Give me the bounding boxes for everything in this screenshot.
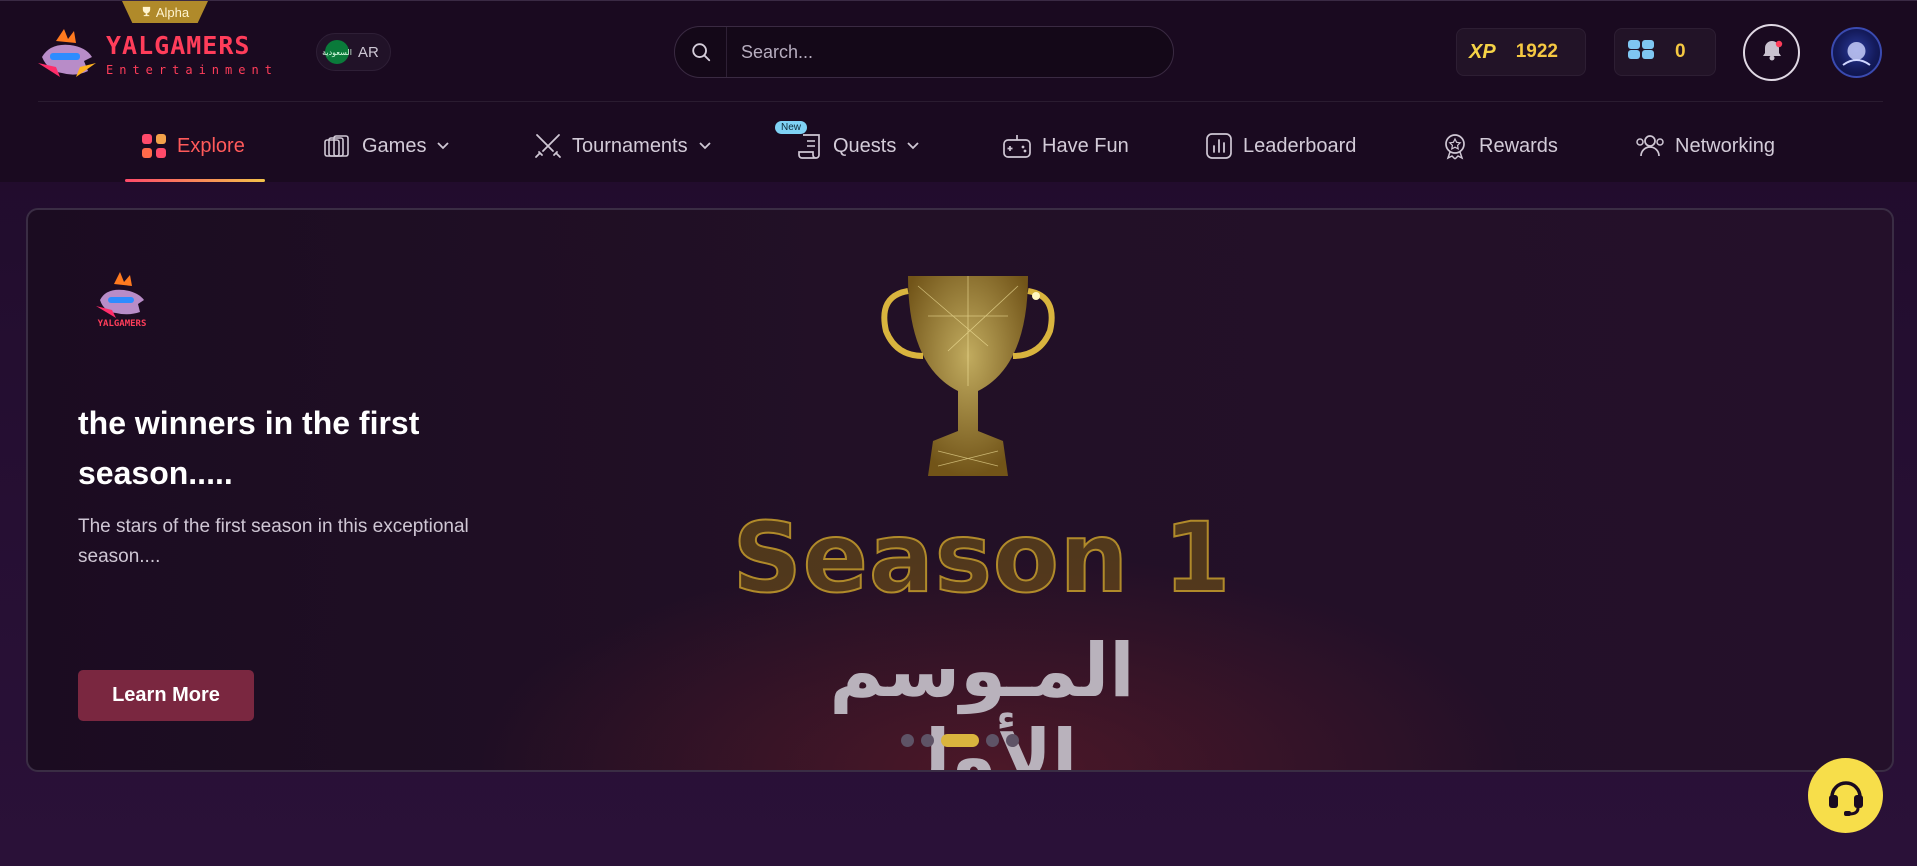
logo-name: YALGAMERS [106, 30, 251, 60]
carousel-dot[interactable] [1006, 734, 1019, 747]
nav-tournaments[interactable]: Tournaments [534, 109, 712, 183]
svg-text:YALGAMERS: YALGAMERS [98, 319, 147, 329]
bell-icon [1759, 37, 1785, 68]
grid-icon [142, 134, 166, 158]
carousel-dot-active[interactable] [941, 734, 979, 747]
learn-more-button[interactable]: Learn More [78, 670, 254, 721]
season-heading-arabic: المـوسم الأول [829, 628, 1135, 772]
nav-quests[interactable]: Quests [797, 109, 920, 183]
banner-title: the winners in the first season..... [78, 405, 420, 491]
main-nav: Explore Games Tournaments New Quests Hav… [0, 109, 1917, 183]
nav-label: Games [362, 134, 427, 157]
chevron-down-icon [698, 142, 711, 150]
medal-icon [1445, 134, 1465, 160]
swords-icon [535, 134, 561, 158]
carousel-dot[interactable] [986, 734, 999, 747]
season-heading: Season 1 [732, 501, 1232, 615]
nav-have-fun[interactable]: Have Fun [1002, 109, 1129, 183]
support-chat-button[interactable] [1808, 758, 1883, 833]
nav-rewards[interactable]: Rewards [1441, 109, 1558, 183]
people-icon [1636, 135, 1664, 157]
nav-label: Networking [1675, 134, 1776, 157]
nav-label: Quests [833, 134, 897, 157]
alpha-badge: Alpha [122, 1, 208, 23]
search-input[interactable] [727, 28, 1173, 76]
notification-button[interactable] [1743, 24, 1800, 81]
nav-leaderboard[interactable]: Leaderboard [1205, 109, 1356, 183]
search-bar[interactable] [674, 26, 1174, 78]
trophy-icon [141, 5, 152, 20]
hero-banner[interactable]: YALGAMERS the winners in the first seaso… [26, 208, 1894, 772]
header-divider [38, 101, 1883, 102]
xp-counter[interactable]: XP 1922 [1456, 28, 1586, 76]
scroll-icon [798, 134, 820, 159]
mascot-logo-icon [38, 29, 96, 77]
avatar-emblem-icon [1842, 42, 1871, 66]
logo-subtitle: Entertainment [106, 62, 278, 77]
xp-value: 1922 [1515, 41, 1558, 62]
headset-icon [1828, 780, 1863, 816]
nav-label: Tournaments [572, 134, 688, 157]
carousel-dot[interactable] [901, 734, 914, 747]
gems-value: 0 [1675, 41, 1686, 62]
nav-explore[interactable]: Explore [141, 109, 245, 183]
bar-chart-icon [1206, 133, 1232, 159]
saudi-flag-icon: السعودية [322, 40, 352, 64]
nav-label: Leaderboard [1243, 134, 1357, 157]
alpha-label: Alpha [155, 4, 190, 20]
xp-icon: XP [1469, 40, 1496, 63]
nav-label: Rewards [1479, 134, 1558, 157]
carousel-dot[interactable] [921, 734, 934, 747]
banner-logo-icon: YALGAMERS [96, 272, 147, 329]
site-logo[interactable]: YALGAMERS Entertainment [36, 27, 286, 81]
gamepad-icon [1003, 135, 1031, 158]
top-header: Alpha YALGAMERS Entertainment السعودية A… [0, 0, 1917, 182]
user-avatar[interactable] [1831, 27, 1882, 78]
chevron-down-icon [907, 142, 919, 150]
trophy-icon [881, 276, 1055, 476]
language-label: AR [358, 43, 379, 61]
language-switcher[interactable]: السعودية AR [316, 33, 391, 71]
banner-description: The stars of the first season in this ex… [78, 516, 469, 567]
carousel-indicators [901, 734, 1019, 747]
nav-games[interactable]: Games [324, 109, 450, 183]
chevron-down-icon [437, 142, 450, 150]
active-tab-indicator [125, 179, 265, 182]
nav-label: Have Fun [1042, 134, 1129, 157]
gems-counter[interactable]: 0 [1614, 28, 1716, 76]
gem-icon [1627, 37, 1655, 67]
nav-label: Explore [177, 134, 245, 157]
nav-networking[interactable]: Networking [1635, 109, 1775, 183]
search-icon[interactable] [675, 27, 727, 77]
cards-icon [324, 135, 349, 157]
